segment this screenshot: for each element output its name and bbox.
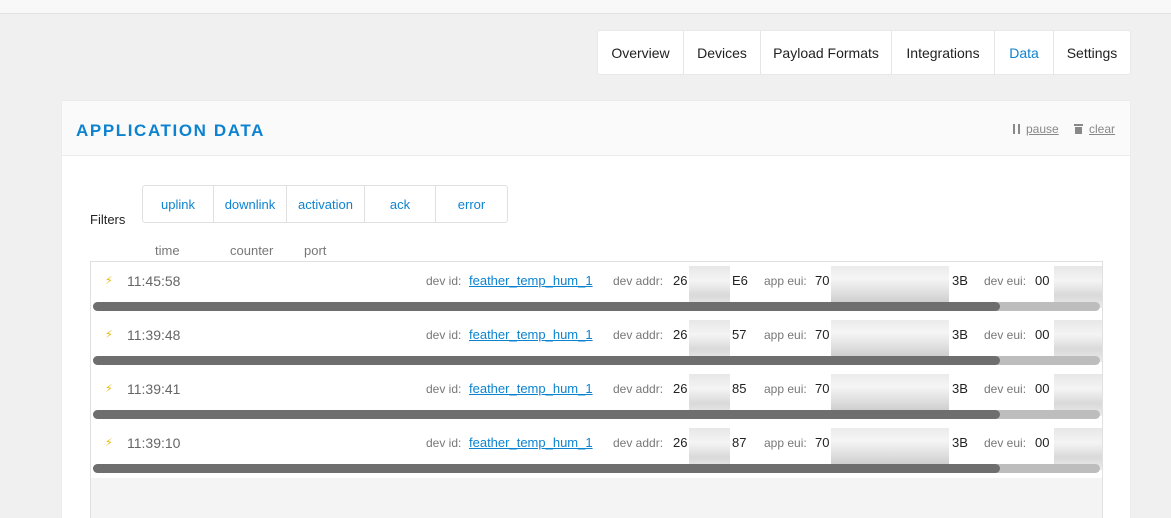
dev-addr-label: dev addr: [613, 274, 664, 288]
message-list: ⚡ 11:45:58 dev id: feather_temp_hum_1 de… [90, 261, 1103, 518]
dev-eui-label: dev eui: [984, 274, 1027, 288]
row-scrollbar[interactable] [93, 410, 1100, 419]
dev-addr-start: 26 [673, 327, 688, 342]
application-data-panel: APPLICATION DATA pause clear Filters upl… [61, 100, 1131, 518]
app-eui-label: app eui: [764, 436, 807, 450]
dev-eui-label: dev eui: [984, 328, 1027, 342]
column-counter: counter [230, 243, 274, 258]
app-eui-end: 3B [952, 273, 968, 288]
app-eui-label: app eui: [764, 328, 807, 342]
dev-eui-label: dev eui: [984, 436, 1027, 450]
clear-label: clear [1089, 122, 1116, 136]
dev-eui-start: 00 [1035, 273, 1050, 288]
dev-addr-end: 85 [732, 381, 747, 396]
dev-eui-start: 00 [1035, 381, 1050, 396]
dev-id-link[interactable]: feather_temp_hum_1 [469, 273, 593, 288]
row-scrollbar[interactable] [93, 464, 1100, 473]
column-time: time [155, 243, 180, 258]
dev-addr-start: 26 [673, 273, 688, 288]
dev-addr-label: dev addr: [613, 382, 664, 396]
message-time: 11:39:48 [127, 327, 181, 343]
tab-integrations[interactable]: Integrations [892, 31, 995, 74]
dev-id-label: dev id: [426, 436, 462, 450]
pause-icon [1013, 124, 1020, 134]
table-row[interactable]: ⚡ 11:39:48 dev id: feather_temp_hum_1 de… [91, 316, 1102, 370]
dev-addr-start: 26 [673, 435, 688, 450]
dev-id-link[interactable]: feather_temp_hum_1 [469, 327, 593, 342]
dev-eui-label: dev eui: [984, 382, 1027, 396]
scrollbar-thumb[interactable] [93, 302, 1000, 311]
tab-payload-formats[interactable]: Payload Formats [761, 31, 892, 74]
app-eui-end: 3B [952, 435, 968, 450]
bolt-icon: ⚡ [105, 437, 113, 449]
dev-addr-end: 57 [732, 327, 747, 342]
dev-addr-label: dev addr: [613, 328, 664, 342]
table-row[interactable]: ⚡ 11:39:41 dev id: feather_temp_hum_1 de… [91, 370, 1102, 424]
panel-header: APPLICATION DATA pause clear [62, 101, 1130, 156]
dev-eui-start: 00 [1035, 435, 1050, 450]
filter-downlink[interactable]: downlink [214, 186, 287, 222]
app-eui-start: 70 [815, 435, 830, 450]
scrollbar-thumb[interactable] [93, 464, 1000, 473]
bolt-icon: ⚡ [105, 275, 113, 287]
app-eui-label: app eui: [764, 382, 807, 396]
filter-ack[interactable]: ack [365, 186, 436, 222]
row-scrollbar[interactable] [93, 356, 1100, 365]
app-eui-start: 70 [815, 327, 830, 342]
tab-devices[interactable]: Devices [684, 31, 761, 74]
panel-title: APPLICATION DATA [76, 121, 265, 140]
filter-error[interactable]: error [436, 186, 507, 222]
filter-uplink[interactable]: uplink [143, 186, 214, 222]
app-eui-start: 70 [815, 273, 830, 288]
dev-addr-end: E6 [732, 273, 748, 288]
message-time: 11:45:58 [127, 273, 181, 289]
dev-id-label: dev id: [426, 328, 462, 342]
app-eui-start: 70 [815, 381, 830, 396]
tab-data[interactable]: Data [995, 31, 1054, 74]
message-time: 11:39:41 [127, 381, 181, 397]
trash-icon [1074, 124, 1083, 134]
bolt-icon: ⚡ [105, 329, 113, 341]
dev-id-link[interactable]: feather_temp_hum_1 [469, 435, 593, 450]
app-eui-label: app eui: [764, 274, 807, 288]
dev-eui-start: 00 [1035, 327, 1050, 342]
clear-button[interactable]: clear [1074, 122, 1115, 136]
table-row[interactable]: ⚡ 11:45:58 dev id: feather_temp_hum_1 de… [91, 262, 1102, 316]
dev-addr-label: dev addr: [613, 436, 664, 450]
tab-settings[interactable]: Settings [1054, 31, 1130, 74]
app-nav-tabs: Overview Devices Payload Formats Integra… [597, 30, 1131, 75]
dev-addr-end: 87 [732, 435, 747, 450]
dev-id-link[interactable]: feather_temp_hum_1 [469, 381, 593, 396]
column-port: port [304, 243, 327, 258]
pause-label: pause [1026, 122, 1059, 136]
scrollbar-thumb[interactable] [93, 356, 1000, 365]
table-row[interactable]: ⚡ 11:39:10 dev id: feather_temp_hum_1 de… [91, 424, 1102, 478]
bolt-icon: ⚡ [105, 383, 113, 395]
tab-overview[interactable]: Overview [598, 31, 684, 74]
app-eui-end: 3B [952, 381, 968, 396]
dev-addr-start: 26 [673, 381, 688, 396]
filter-activation[interactable]: activation [287, 186, 365, 222]
dev-id-label: dev id: [426, 382, 462, 396]
row-scrollbar[interactable] [93, 302, 1100, 311]
dev-id-label: dev id: [426, 274, 462, 288]
filter-group: uplink downlink activation ack error [142, 185, 508, 223]
app-eui-end: 3B [952, 327, 968, 342]
pause-button[interactable]: pause [1013, 122, 1059, 136]
filters-label: Filters [90, 212, 126, 227]
scrollbar-thumb[interactable] [93, 410, 1000, 419]
top-bar [0, 0, 1171, 14]
message-time: 11:39:10 [127, 435, 181, 451]
